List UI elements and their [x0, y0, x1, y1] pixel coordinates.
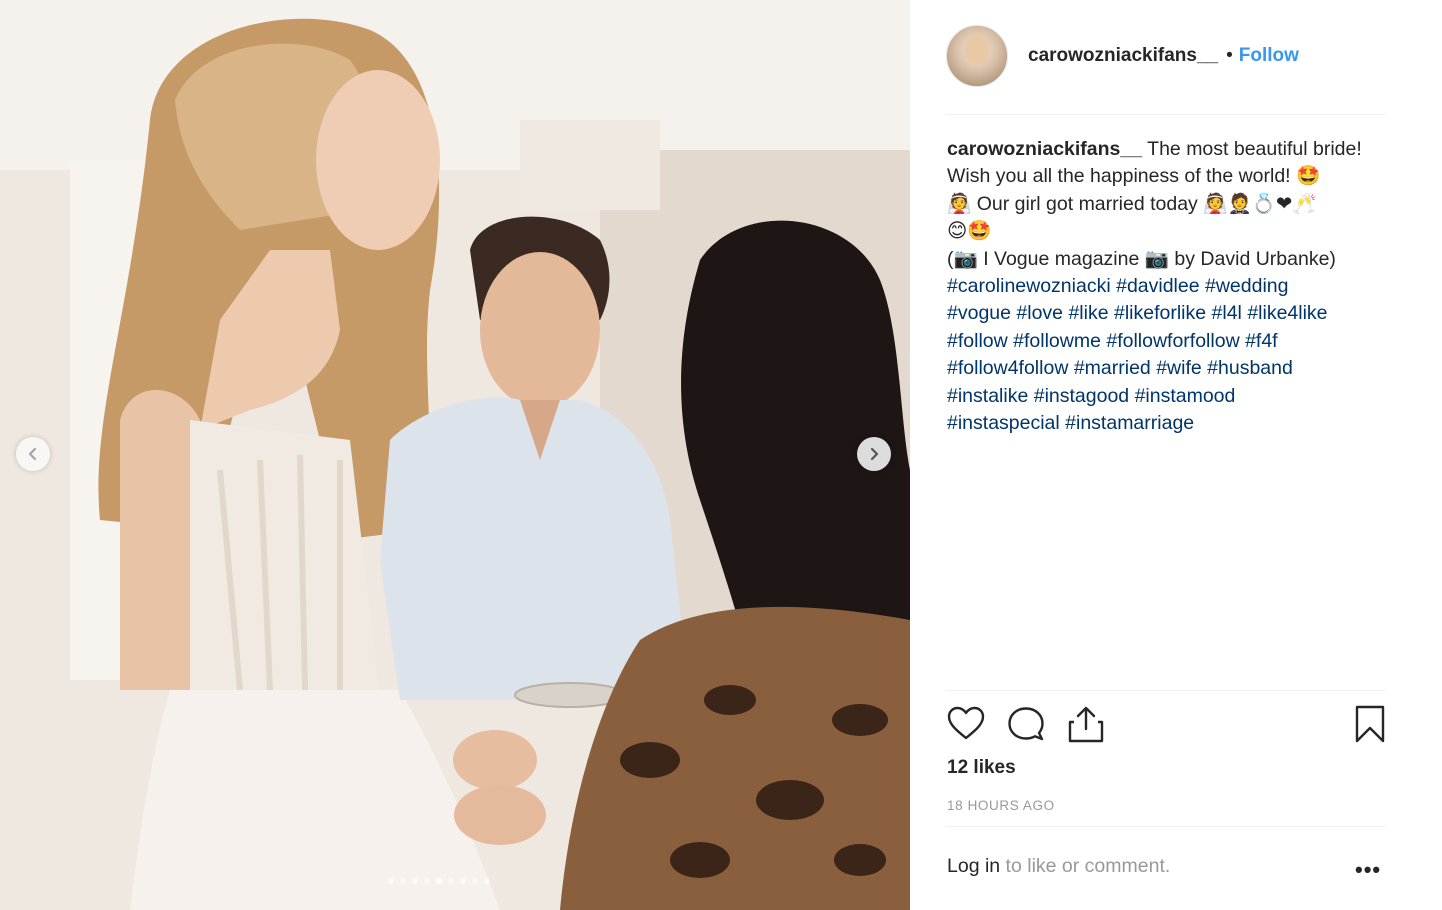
- carousel-dot: [424, 878, 430, 884]
- carousel-dot: [484, 878, 490, 884]
- caption-line: (📷 I Vogue magazine 📷 by David Urbanke): [947, 247, 1336, 270]
- caption-line: Wish you all the happiness of the world!…: [947, 165, 1321, 188]
- username-link[interactable]: carowozniackifans__: [1028, 45, 1218, 67]
- action-bar: [946, 700, 1386, 752]
- share-button[interactable]: [1066, 704, 1106, 744]
- likes-count[interactable]: 12 likes: [947, 757, 1016, 779]
- hashtag-line: #carolinewozniacki #davidlee #wedding: [947, 273, 1397, 300]
- follow-button[interactable]: Follow: [1239, 45, 1299, 67]
- caption-line: The most beautiful bride!: [1147, 138, 1362, 160]
- hashtag-link[interactable]: #instamood: [1135, 385, 1236, 407]
- heart-icon: [947, 706, 985, 740]
- carousel-dot: [436, 878, 442, 884]
- hashtag-link[interactable]: #instagood: [1034, 385, 1129, 407]
- hashtag-link[interactable]: #f4f: [1245, 330, 1278, 352]
- hashtag-link[interactable]: #followme: [1013, 330, 1101, 352]
- hashtag-link[interactable]: #instaspecial: [947, 412, 1060, 434]
- carousel-dot: [388, 878, 394, 884]
- hashtag-link[interactable]: #davidlee: [1116, 275, 1199, 297]
- login-prompt: Log in to like or comment.: [947, 855, 1387, 878]
- divider: [946, 114, 1386, 115]
- chevron-left-icon: [28, 447, 37, 461]
- carousel-dot: [460, 878, 466, 884]
- share-icon: [1068, 706, 1104, 743]
- more-options-button[interactable]: •••: [1355, 857, 1381, 883]
- login-prompt-text: to like or comment.: [1000, 855, 1171, 877]
- hashtag-link[interactable]: #wife: [1156, 357, 1202, 379]
- carousel-indicator: [388, 878, 490, 884]
- post-timestamp[interactable]: 18 HOURS AGO: [947, 798, 1055, 813]
- carousel-prev-button[interactable]: [16, 437, 50, 471]
- bookmark-icon: [1355, 705, 1385, 743]
- hashtag-line: #instalike #instagood #instamood: [947, 383, 1397, 410]
- hashtag-link[interactable]: #follow4follow: [947, 357, 1068, 379]
- carousel-dot: [448, 878, 454, 884]
- carousel-next-button[interactable]: [857, 437, 891, 471]
- hashtag-link[interactable]: #follow: [947, 330, 1008, 352]
- comment-button[interactable]: [1006, 704, 1046, 744]
- hashtag-link[interactable]: #followforfollow: [1106, 330, 1239, 352]
- hashtag-link[interactable]: #carolinewozniacki: [947, 275, 1111, 297]
- hashtag-link[interactable]: #love: [1016, 302, 1063, 324]
- comment-bubble-icon: [1008, 707, 1044, 741]
- hashtag-link[interactable]: #husband: [1207, 357, 1293, 379]
- carousel-dot: [400, 878, 406, 884]
- hashtag-line: #instaspecial #instamarriage: [947, 410, 1397, 437]
- post-caption: carowozniackifans__ The most beautiful b…: [947, 136, 1397, 437]
- hashtag-link[interactable]: #like: [1068, 302, 1108, 324]
- login-link[interactable]: Log in: [947, 855, 1000, 877]
- hashtag-list: #carolinewozniacki #davidlee #wedding #vo…: [947, 273, 1397, 437]
- wedding-photo: [0, 0, 910, 910]
- hashtag-line: #follow #followme #followforfollow #f4f: [947, 328, 1397, 355]
- post-sidebar: carowozniackifans__ • Follow carowozniac…: [910, 0, 1442, 910]
- hashtag-line: #follow4follow #married #wife #husband: [947, 355, 1397, 382]
- save-button[interactable]: [1350, 704, 1390, 744]
- chevron-right-icon: [870, 447, 879, 461]
- caption-line: 👰 Our girl got married today 👰🤵💍❤🥂: [947, 192, 1317, 215]
- post-photo[interactable]: [0, 0, 910, 910]
- hashtag-line: #vogue #love #like #likeforlike #l4l #li…: [947, 300, 1397, 327]
- hashtag-link[interactable]: #l4l: [1212, 302, 1242, 324]
- hashtag-link[interactable]: #instalike: [947, 385, 1028, 407]
- hashtag-link[interactable]: #instamarriage: [1065, 412, 1194, 434]
- hashtag-link[interactable]: #wedding: [1205, 275, 1288, 297]
- hashtag-link[interactable]: #like4like: [1247, 302, 1327, 324]
- carousel-dot: [472, 878, 478, 884]
- hashtag-link[interactable]: #likeforlike: [1114, 302, 1206, 324]
- caption-username[interactable]: carowozniackifans__: [947, 138, 1142, 160]
- avatar[interactable]: [946, 25, 1008, 87]
- hashtag-link[interactable]: #vogue: [947, 302, 1011, 324]
- like-button[interactable]: [946, 704, 986, 744]
- hashtag-link[interactable]: #married: [1074, 357, 1151, 379]
- divider: [946, 690, 1386, 691]
- carousel-dot: [412, 878, 418, 884]
- separator-dot: •: [1226, 45, 1233, 66]
- divider: [946, 826, 1386, 827]
- caption-line: 😊🤩: [947, 220, 992, 243]
- post-header: carowozniackifans__ • Follow: [946, 24, 1386, 88]
